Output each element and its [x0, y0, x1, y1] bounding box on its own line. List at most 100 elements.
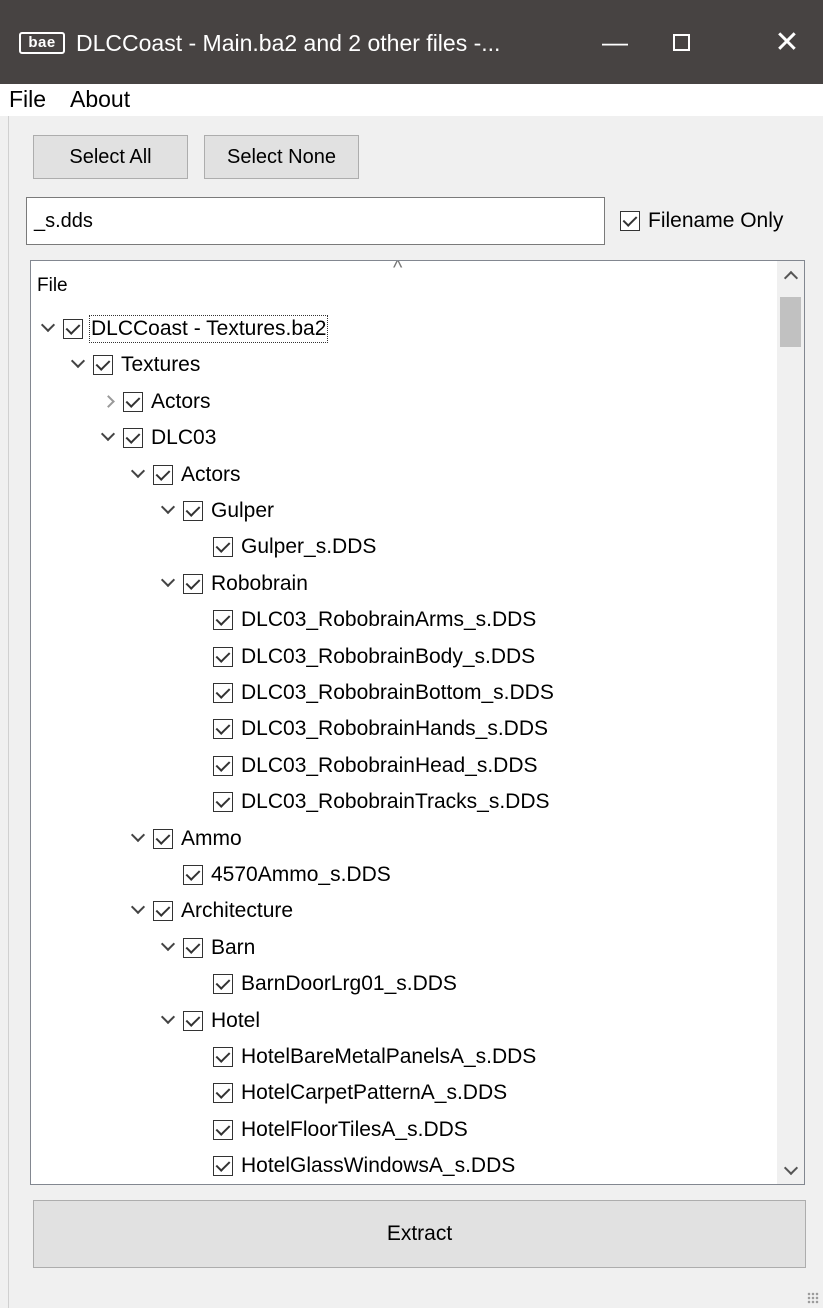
- tree-row[interactable]: Architecture: [127, 893, 293, 929]
- tree-row[interactable]: DLC03_RobobrainTracks_s.DDS: [187, 784, 550, 820]
- row-checkbox[interactable]: [213, 646, 233, 667]
- scroll-thumb[interactable]: [780, 297, 801, 347]
- tree-row-label: DLC03_RobobrainBottom_s.DDS: [241, 681, 554, 704]
- close-button[interactable]: ✕: [752, 14, 822, 70]
- chevron-down-icon[interactable]: [127, 901, 149, 921]
- tree-row[interactable]: DLC03_RobobrainBody_s.DDS: [187, 639, 535, 675]
- maximize-icon: [672, 33, 690, 51]
- tree-row[interactable]: Barn: [157, 930, 255, 966]
- chevron-down-icon[interactable]: [37, 319, 59, 339]
- chevron-down-icon[interactable]: [157, 938, 179, 958]
- window-title: DLCCoast - Main.ba2 and 2 other files -.…: [76, 30, 501, 56]
- tree-row[interactable]: Gulper: [157, 493, 274, 529]
- tree-row[interactable]: DLCCoast - Textures.ba2: [37, 311, 329, 347]
- tree-row-label: HotelFloorTilesA_s.DDS: [241, 1117, 468, 1141]
- extract-button[interactable]: Extract: [33, 1200, 806, 1268]
- tree-row[interactable]: BarnDoorLrg01_s.DDS: [187, 966, 457, 1002]
- tree-row[interactable]: Textures: [67, 347, 200, 383]
- row-checkbox[interactable]: [213, 755, 233, 776]
- close-icon: ✕: [774, 25, 800, 59]
- tree-row[interactable]: HotelCarpetPatternA_s.DDS: [187, 1075, 507, 1111]
- tree-row[interactable]: Gulper_s.DDS: [187, 529, 376, 565]
- menu-file[interactable]: File: [9, 84, 46, 114]
- scroll-up-button[interactable]: [777, 261, 804, 289]
- tree-row-label: Gulper: [211, 499, 275, 522]
- tree-row-label: Barn: [211, 935, 256, 959]
- checkbox-icon: [620, 211, 640, 231]
- tree-row-label: Robobrain: [211, 571, 308, 595]
- tree-row[interactable]: Robobrain: [157, 566, 308, 602]
- chevron-right-icon[interactable]: [97, 392, 119, 412]
- row-checkbox[interactable]: [213, 719, 233, 740]
- tree-row-label: BarnDoorLrg01_s.DDS: [241, 972, 457, 996]
- row-checkbox[interactable]: [183, 1010, 203, 1031]
- vertical-scrollbar[interactable]: [777, 261, 804, 1184]
- tree-row-label: HotelGlassWindowsA_s.DDS: [241, 1154, 516, 1178]
- scroll-down-button[interactable]: [777, 1156, 804, 1184]
- row-checkbox[interactable]: [123, 391, 143, 412]
- sort-ascending-icon: ^: [393, 260, 403, 279]
- tree-row-label: DLC03: [151, 426, 217, 450]
- minimize-icon: —: [602, 26, 628, 57]
- row-checkbox[interactable]: [153, 464, 173, 485]
- minimize-button[interactable]: —: [580, 14, 650, 70]
- row-checkbox[interactable]: [63, 319, 83, 339]
- app-icon: bae: [19, 32, 65, 54]
- row-checkbox[interactable]: [153, 828, 173, 849]
- tree-row[interactable]: HotelFloorTilesA_s.DDS: [187, 1112, 468, 1148]
- tree-row-label: HotelBareMetalPanelsA_s.DDS: [241, 1045, 537, 1068]
- row-checkbox[interactable]: [213, 974, 233, 995]
- tree-row[interactable]: Ammo: [127, 821, 242, 857]
- tree-row[interactable]: DLC03_RobobrainHands_s.DDS: [187, 711, 548, 747]
- column-header-file[interactable]: File: [37, 275, 68, 297]
- row-checkbox[interactable]: [213, 792, 233, 813]
- row-checkbox[interactable]: [213, 1047, 233, 1067]
- chevron-down-icon[interactable]: [127, 829, 149, 849]
- row-checkbox[interactable]: [183, 501, 203, 521]
- maximize-button[interactable]: [646, 14, 716, 70]
- filter-input[interactable]: _s.dds: [26, 197, 605, 245]
- chevron-down-icon[interactable]: [127, 465, 149, 485]
- tree-row-label: DLCCoast - Textures.ba2: [88, 315, 329, 343]
- row-checkbox[interactable]: [183, 865, 203, 885]
- chevron-down-icon[interactable]: [157, 1011, 179, 1031]
- menu-bar: File About: [0, 84, 823, 116]
- chevron-down-icon: [783, 1160, 798, 1175]
- tree-row[interactable]: DLC03_RobobrainHead_s.DDS: [187, 748, 538, 784]
- row-checkbox[interactable]: [93, 355, 113, 376]
- row-checkbox[interactable]: [213, 537, 233, 558]
- tree-row[interactable]: Actors: [127, 457, 241, 493]
- tree-row[interactable]: Actors: [97, 384, 211, 420]
- filename-only-checkbox[interactable]: Filename Only: [620, 209, 783, 233]
- chevron-down-icon[interactable]: [97, 428, 119, 448]
- row-checkbox[interactable]: [183, 937, 203, 958]
- chevron-down-icon[interactable]: [157, 501, 179, 521]
- tree-row-label: Actors: [151, 389, 211, 413]
- select-all-button[interactable]: Select All: [33, 135, 188, 179]
- select-none-button[interactable]: Select None: [204, 135, 359, 179]
- file-tree[interactable]: ^ File DLCCoast - Textures.ba2 Textures Ac…: [30, 260, 805, 1185]
- tree-row[interactable]: HotelBareMetalPanelsA_s.DDS: [187, 1039, 536, 1075]
- tree-row[interactable]: 4570Ammo_s.DDS: [157, 857, 391, 893]
- tree-row[interactable]: DLC03_RobobrainBottom_s.DDS: [187, 675, 554, 711]
- row-checkbox[interactable]: [213, 1156, 233, 1177]
- menu-about[interactable]: About: [70, 84, 130, 114]
- row-checkbox[interactable]: [213, 610, 233, 631]
- tree-row-label: Architecture: [181, 899, 294, 923]
- chevron-down-icon[interactable]: [67, 355, 89, 375]
- tree-row[interactable]: DLC03: [97, 420, 216, 456]
- row-checkbox[interactable]: [123, 428, 143, 449]
- row-checkbox[interactable]: [213, 1119, 233, 1140]
- tree-row[interactable]: Hotel: [157, 1003, 260, 1039]
- chevron-up-icon: [783, 270, 798, 285]
- filename-only-label: Filename Only: [648, 209, 784, 232]
- tree-row[interactable]: DLC03_RobobrainArms_s.DDS: [187, 602, 536, 638]
- row-checkbox[interactable]: [153, 901, 173, 922]
- row-checkbox[interactable]: [183, 573, 203, 594]
- resize-grip[interactable]: [807, 1292, 819, 1304]
- row-checkbox[interactable]: [213, 683, 233, 703]
- chevron-down-icon[interactable]: [157, 574, 179, 594]
- tree-row-label: DLC03_RobobrainHands_s.DDS: [241, 717, 549, 741]
- tree-row[interactable]: HotelGlassWindowsA_s.DDS: [187, 1148, 515, 1184]
- row-checkbox[interactable]: [213, 1083, 233, 1104]
